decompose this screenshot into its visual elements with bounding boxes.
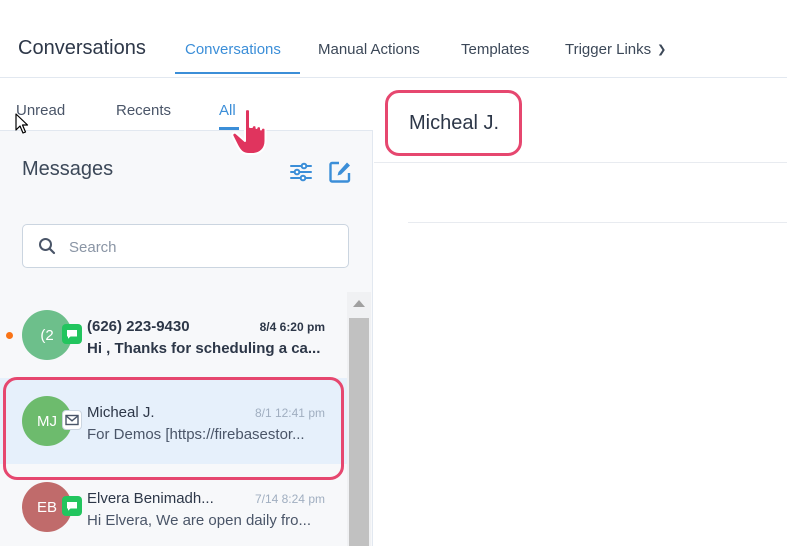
conversation-item[interactable]: EB Elvera Benimadh... 7/14 8:24 pm Hi El… <box>0 464 347 546</box>
list-scrollbar[interactable] <box>347 292 371 546</box>
contact-name: (626) 223-9430 <box>87 318 190 335</box>
search-icon <box>39 238 56 255</box>
contact-header-name: Micheal J. <box>409 112 500 134</box>
tab-templates[interactable]: Templates <box>461 41 529 58</box>
sms-channel-icon <box>62 324 82 344</box>
conversation-list: (2 (626) 223-9430 8/4 6:20 pm Hi , Thank… <box>0 292 347 546</box>
app-title: Conversations <box>18 37 146 59</box>
tab-unread[interactable]: Unread <box>16 102 65 119</box>
search-box <box>22 224 349 268</box>
message-preview: Hi Elvera, We are open daily fro... <box>87 512 311 529</box>
search-input[interactable] <box>69 236 329 258</box>
message-preview: For Demos [https://firebasestor... <box>87 426 305 443</box>
scroll-up-arrow-icon[interactable] <box>353 300 365 307</box>
sliders-icon[interactable] <box>289 160 313 184</box>
tab-manual-actions[interactable]: Manual Actions <box>318 41 420 58</box>
contact-name: Elvera Benimadh... <box>87 490 214 507</box>
header-divider <box>374 162 787 163</box>
filter-tab-underline <box>219 127 239 130</box>
unread-dot <box>6 332 13 339</box>
tab-trigger-links[interactable]: Trigger Links ❯ <box>565 41 666 58</box>
filter-tabs: Unread Recents All <box>0 79 373 131</box>
conversation-item-selected[interactable]: MJ Micheal J. 8/1 12:41 pm For Demos [ht… <box>0 378 347 464</box>
tab-recents[interactable]: Recents <box>116 102 171 119</box>
email-channel-icon <box>62 410 82 430</box>
message-time: 8/4 6:20 pm <box>259 320 325 334</box>
compose-icon[interactable] <box>328 160 352 184</box>
active-tab-underline <box>175 72 300 74</box>
tab-trigger-links-label: Trigger Links <box>565 41 652 58</box>
content-divider <box>408 222 787 223</box>
conversation-detail-pane: Micheal J. <box>374 79 787 546</box>
messages-heading: Messages <box>22 158 114 180</box>
top-navigation: Conversations Conversations Manual Actio… <box>0 0 787 78</box>
message-time: 8/1 12:41 pm <box>254 406 325 420</box>
chevron-down-icon: ❯ <box>657 44 667 56</box>
conversations-sidebar: Unread Recents All Messages (2 <box>0 79 373 546</box>
scrollbar-thumb[interactable] <box>349 318 369 546</box>
message-time: 7/14 8:24 pm <box>254 492 325 506</box>
tab-conversations[interactable]: Conversations <box>185 41 281 58</box>
conversation-item[interactable]: (2 (626) 223-9430 8/4 6:20 pm Hi , Thank… <box>0 292 347 378</box>
sms-channel-icon <box>62 496 82 516</box>
message-preview: Hi , Thanks for scheduling a ca... <box>87 340 321 357</box>
contact-name: Micheal J. <box>87 404 155 421</box>
tab-all[interactable]: All <box>219 102 236 119</box>
